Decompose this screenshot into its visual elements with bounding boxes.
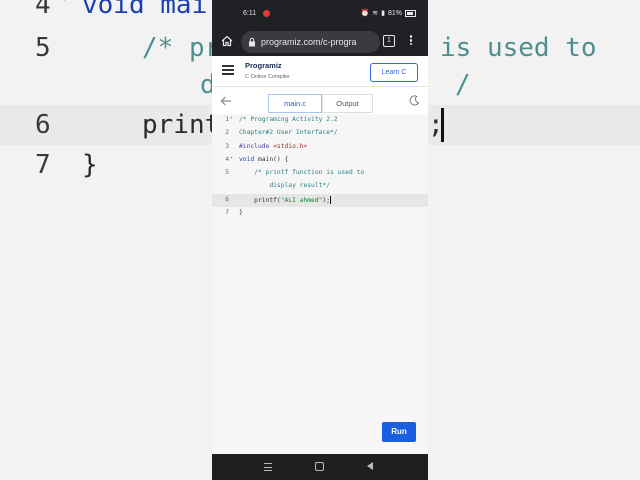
lock-icon	[249, 37, 255, 47]
code-text: #include <stdio.h>	[239, 142, 308, 150]
bg-code-text: is used to	[440, 33, 597, 63]
recents-icon[interactable]	[264, 463, 272, 471]
code-line: display result*/	[212, 180, 428, 193]
phone-screen: 6:11 ⏰ ≋ ▮ 81% programiz.com/c-progra 1 …	[212, 0, 428, 480]
tab-output[interactable]: Output	[322, 94, 373, 113]
tab-main-c[interactable]: main.c	[268, 94, 322, 113]
run-button[interactable]: Run	[382, 422, 416, 442]
line-number: 3	[225, 142, 229, 150]
recording-icon	[263, 10, 270, 17]
code-text: /* Programing Activity 2.2	[239, 116, 338, 123]
code-editor[interactable]: 1 ▾ /* Programing Activity 2.2 2 Chapter…	[212, 114, 428, 454]
more-options-icon[interactable]	[409, 34, 413, 48]
code-text: /* printf function is used to	[239, 169, 365, 177]
code-line-active: 6 printf("ALI ahmed");	[212, 193, 428, 208]
status-time: 6:11	[243, 10, 257, 17]
text-cursor	[330, 195, 331, 204]
address-bar[interactable]: programiz.com/c-progra	[241, 31, 380, 53]
bg-code-text: print	[142, 110, 221, 140]
moon-icon[interactable]	[409, 95, 420, 106]
status-icons: ⏰ ≋ ▮ 81%	[361, 9, 416, 17]
bg-line-number: 4	[35, 0, 51, 20]
code-line: 4 ▾ void main() {	[212, 154, 428, 167]
arrow-left-icon[interactable]	[220, 95, 232, 107]
bg-code-text: /	[455, 70, 471, 100]
code-line: 7 }	[212, 207, 428, 220]
line-number: 6	[225, 195, 229, 203]
home-nav-icon[interactable]	[315, 462, 324, 471]
code-line: 5 /* printf function is used to	[212, 167, 428, 180]
battery-icon	[405, 9, 416, 17]
battery-percent: 81%	[387, 9, 402, 17]
alarm-icon: ⏰	[360, 10, 370, 17]
fold-arrow-icon[interactable]: ▾	[230, 116, 233, 121]
bg-code-text: /* pr	[142, 33, 221, 63]
bg-code-text: void mai	[82, 0, 208, 20]
code-text: printf("ALI ahmed");	[239, 195, 331, 204]
line-number: 2	[225, 129, 229, 137]
code-line: 2 Chapter#2 User Interface*/	[212, 127, 428, 140]
brand-subtitle: C Online Compiler	[245, 74, 290, 80]
editor-toolbar: main.c Output	[212, 87, 428, 116]
bg-fold-marker: ▾	[60, 0, 68, 6]
tabs-button[interactable]: 1	[383, 35, 395, 47]
code-text: }	[239, 209, 243, 217]
site-header: Programiz C Online Compiler Learn C	[212, 56, 428, 87]
wifi-icon: ≋	[372, 10, 379, 17]
code-text: display result*/	[239, 182, 330, 190]
url-text: programiz.com/c-progra	[261, 37, 357, 47]
code-text: Chapter#2 User Interface*/	[239, 129, 338, 137]
line-number: 4	[225, 155, 229, 163]
line-number: 1	[225, 116, 229, 123]
browser-toolbar: programiz.com/c-progra 1	[212, 28, 428, 56]
bg-line-number: 6	[35, 110, 51, 140]
menu-icon[interactable]	[222, 65, 234, 75]
bg-code-text: }	[82, 150, 98, 180]
home-icon[interactable]	[221, 35, 233, 47]
brand-logo[interactable]: Programiz	[245, 61, 282, 70]
code-line: 1 ▾ /* Programing Activity 2.2	[212, 114, 428, 127]
bg-line-number: 7	[35, 150, 51, 180]
android-nav-bar	[212, 454, 428, 480]
status-bar: 6:11 ⏰ ≋ ▮ 81%	[212, 0, 428, 28]
line-number: 7	[225, 209, 229, 217]
learn-c-button[interactable]: Learn C	[370, 63, 418, 82]
bg-line-number: 5	[35, 33, 51, 63]
code-text: void main() {	[239, 155, 289, 163]
back-nav-icon[interactable]	[367, 462, 373, 470]
signal-icon: ▮	[381, 10, 385, 17]
fold-arrow-icon[interactable]: ▾	[230, 156, 233, 161]
line-number: 5	[225, 169, 229, 177]
bg-text-cursor	[441, 108, 444, 142]
code-line: 3 #include <stdio.h>	[212, 141, 428, 154]
